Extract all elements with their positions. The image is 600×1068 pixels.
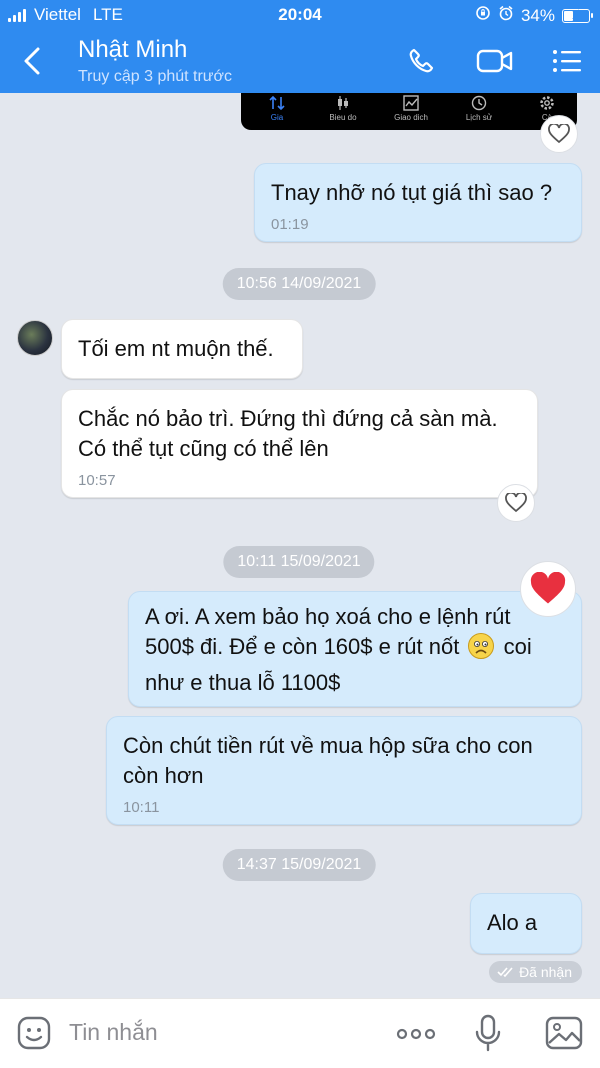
delivery-status: Đã nhận	[489, 961, 582, 983]
message-text: A ơi. A xem bảo họ xoá cho e lệnh rút	[145, 604, 511, 629]
image-tab-history: Lịch sử	[449, 95, 509, 122]
image-tab-chart: Bieu do	[313, 95, 373, 122]
ellipsis-icon	[396, 1028, 436, 1040]
message-text: Còn chút tiền rút về mua hộp sữa cho con	[123, 733, 533, 758]
frowning-emoji-icon	[467, 632, 495, 668]
message-text: Tnay nhỡ nó tụt giá thì sao ?	[271, 180, 553, 205]
message-text: Chắc nó bảo trì. Đứng thì đứng cả sàn mà…	[78, 406, 498, 431]
message-list[interactable]: Gia Bieu do Giao dich Lịch sử Cà Tnay nh…	[0, 93, 600, 998]
message-text: Tối em nt muộn thế.	[78, 336, 274, 361]
gear-icon	[540, 96, 554, 110]
message-input[interactable]: Tin nhắn	[69, 1019, 158, 1046]
top-bar: Viettel LTE 20:04 34% ⚡ Nhật Minh Truy c…	[0, 0, 600, 93]
react-heart-button[interactable]	[540, 115, 578, 153]
message-text: còn hơn	[123, 763, 204, 788]
photo-button[interactable]	[545, 1016, 583, 1055]
message-bubble-received[interactable]: Chắc nó bảo trì. Đứng thì đứng cả sàn mà…	[61, 389, 538, 498]
sticker-icon	[17, 1016, 51, 1050]
rotation-lock-icon	[475, 5, 491, 26]
chart-icon	[403, 95, 419, 111]
battery-percent: 34%	[520, 5, 555, 25]
date-separator: 14:37 15/09/2021	[222, 849, 376, 881]
message-time: 10:57	[78, 472, 116, 489]
message-time: 10:11	[123, 799, 160, 816]
double-check-icon	[497, 967, 513, 978]
date-separator: 10:11 15/09/2021	[223, 546, 375, 578]
sticker-button[interactable]	[16, 1015, 52, 1056]
heart-outline-icon	[505, 493, 527, 513]
message-bubble-sent[interactable]: A ơi. A xem bảo họ xoá cho e lệnh rút 50…	[128, 591, 582, 707]
date-separator: 10:56 14/09/2021	[222, 268, 376, 300]
battery-icon: ⚡	[562, 7, 593, 23]
avatar[interactable]	[17, 320, 53, 356]
message-text: như e thua lỗ 1100$	[145, 670, 341, 695]
reaction-heart[interactable]	[520, 561, 576, 617]
more-options-button[interactable]	[396, 1027, 436, 1045]
presence-status: Truy cập 3 phút trước	[78, 68, 232, 85]
heart-outline-icon	[548, 124, 570, 144]
status-bar: Viettel LTE 20:04 34% ⚡	[0, 0, 600, 30]
back-button[interactable]	[18, 44, 48, 78]
menu-button[interactable]	[550, 45, 586, 77]
react-heart-button[interactable]	[497, 484, 535, 522]
message-bubble-sent[interactable]: Tnay nhỡ nó tụt giá thì sao ? 01:19	[254, 163, 582, 242]
heart-filled-icon	[530, 572, 566, 604]
image-icon	[545, 1016, 583, 1050]
candlestick-icon	[338, 96, 348, 110]
video-call-button[interactable]	[476, 45, 513, 77]
contact-name[interactable]: Nhật Minh	[78, 36, 187, 64]
image-tab-trade: Giao dich	[381, 95, 441, 122]
voice-call-button[interactable]	[404, 45, 440, 77]
alarm-icon	[498, 5, 514, 26]
message-text: 500$ đi. Để e còn 160$ e rút nốt	[145, 634, 460, 659]
message-bubble-received[interactable]: Tối em nt muộn thế.	[61, 319, 303, 379]
image-tab-price: Gia	[247, 95, 307, 122]
message-text: coi	[503, 634, 532, 659]
sort-arrows-icon	[269, 95, 285, 111]
message-text: Alo a	[487, 910, 538, 935]
microphone-icon	[475, 1014, 501, 1052]
voice-record-button[interactable]	[475, 1014, 501, 1057]
message-composer: Tin nhắn	[0, 998, 600, 1068]
shared-image[interactable]: Gia Bieu do Giao dich Lịch sử Cà	[241, 93, 577, 130]
message-time: 01:19	[271, 216, 309, 233]
history-icon	[471, 95, 487, 111]
message-text: Có thể tụt cũng có thể lên	[78, 436, 329, 461]
message-bubble-sent[interactable]: Còn chút tiền rút về mua hộp sữa cho con…	[106, 716, 582, 825]
message-bubble-sent[interactable]: Alo a	[470, 893, 582, 954]
